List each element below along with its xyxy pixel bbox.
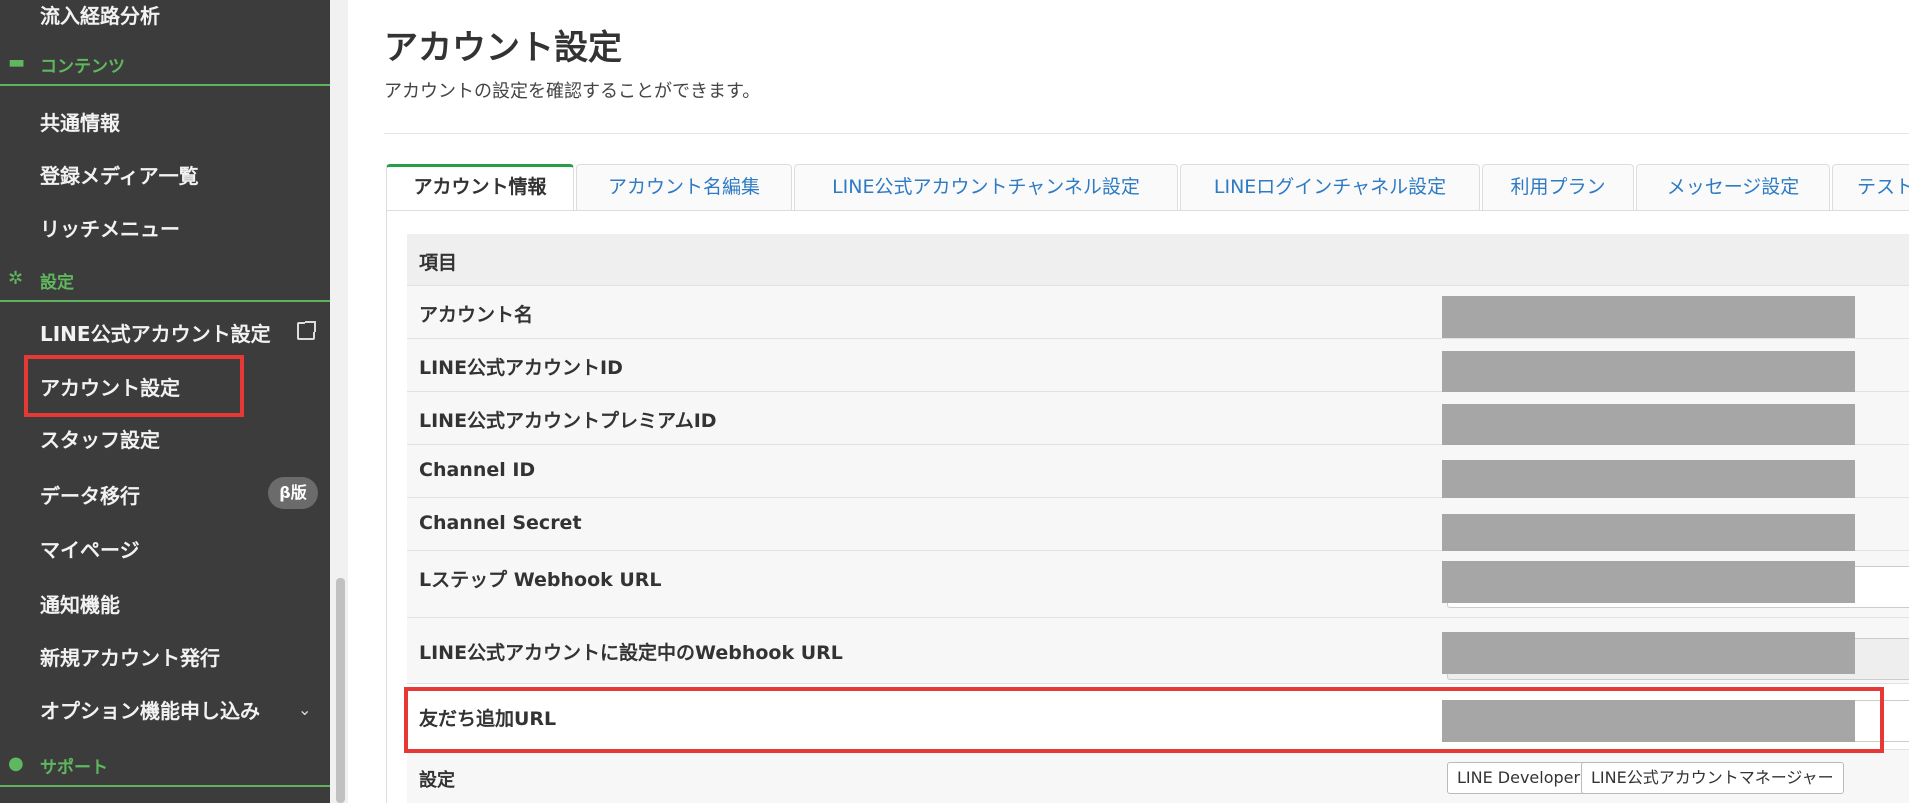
divider	[384, 133, 1909, 134]
sidebar-section-settings[interactable]: ✲ 設定	[0, 262, 330, 302]
sidebar-item-line-official-settings[interactable]: LINE公式アカウント設定	[40, 318, 271, 347]
sidebar-section-label: サポート	[40, 758, 108, 778]
row-label: LINE公式アカウントプレミアムID	[419, 410, 717, 432]
line-developers-button[interactable]: LINE Developers	[1447, 762, 1599, 794]
column-header: 項目	[419, 252, 458, 274]
table-row: 設定 LINE Developers LINE公式アカウントマネージャー	[407, 750, 1909, 803]
row-label: 設定	[419, 770, 455, 791]
sidebar-section-contents[interactable]: ▬ コンテンツ	[0, 46, 330, 86]
sidebar-item-staff-settings[interactable]: スタッフ設定	[40, 424, 160, 453]
table-row: Channel ID	[407, 445, 1909, 502]
beta-badge: β版	[268, 477, 318, 509]
sidebar-item-common-info[interactable]: 共通情報	[40, 107, 120, 136]
table-row: LINE公式アカウントID	[407, 339, 1909, 393]
sidebar-item-option-apply[interactable]: オプション機能申し込み	[40, 695, 260, 724]
redacted-value	[1442, 460, 1855, 502]
highlight-box	[24, 355, 244, 417]
row-label: Lステップ Webhook URL	[419, 569, 662, 591]
sidebar-item-media-list[interactable]: 登録メディア一覧	[40, 160, 199, 189]
sidebar-section-label: 設定	[40, 273, 74, 293]
table-row: LINE公式アカウントに設定中のWebhook URL	[407, 618, 1909, 684]
tab-account-name-edit[interactable]: アカウント名編集	[576, 164, 792, 210]
row-label: アカウント名	[419, 304, 534, 326]
sidebar-item-notification[interactable]: 通知機能	[40, 589, 120, 618]
redacted-value	[1442, 514, 1855, 556]
main-content: アカウント設定 アカウントの設定を確認することができます。 アカウント情報 アカ…	[348, 0, 1909, 803]
tab-message-settings[interactable]: メッセージ設定	[1636, 164, 1830, 210]
row-label: LINE公式アカウントID	[419, 357, 623, 379]
table-row: Channel Secret	[407, 498, 1909, 556]
page-title: アカウント設定	[384, 28, 622, 68]
redacted-value	[1442, 632, 1855, 674]
sidebar-item-new-account[interactable]: 新規アカウント発行	[40, 642, 220, 671]
sidebar-item-inflow-analysis[interactable]: 流入経路分析	[40, 0, 160, 29]
row-label: Channel Secret	[419, 512, 582, 534]
chevron-down-icon[interactable]: ⌄	[298, 700, 311, 719]
redacted-value	[1442, 296, 1855, 338]
redacted-value	[1442, 561, 1855, 603]
redacted-value	[1442, 404, 1855, 446]
line-manager-button[interactable]: LINE公式アカウントマネージャー	[1581, 762, 1844, 794]
row-label: Channel ID	[419, 459, 536, 481]
row-label: LINE公式アカウントに設定中のWebhook URL	[419, 642, 843, 664]
sidebar-section-label: コンテンツ	[40, 57, 125, 77]
folder-icon: ▬	[8, 52, 26, 73]
tab-account-info[interactable]: アカウント情報	[386, 164, 574, 210]
external-link-icon	[297, 321, 316, 340]
gear-icon: ✲	[8, 268, 24, 289]
scrollbar-thumb[interactable]	[336, 578, 345, 803]
page-description: アカウントの設定を確認することができます。	[384, 81, 761, 102]
tab-line-channel-settings[interactable]: LINE公式アカウントチャンネル設定	[794, 164, 1178, 210]
table-row: Lステップ Webhook URL	[407, 551, 1909, 618]
sidebar-item-data-migration[interactable]: データ移行	[40, 480, 140, 509]
sidebar-section-support[interactable]: ● サポート	[0, 747, 330, 787]
tab-plan[interactable]: 利用プラン	[1482, 164, 1634, 210]
highlight-box	[404, 687, 1884, 753]
sidebar-item-mypage[interactable]: マイページ	[40, 534, 140, 563]
table-header-row: 項目	[407, 234, 1909, 286]
redacted-value	[1442, 351, 1855, 393]
table-row: LINE公式アカウントプレミアムID	[407, 392, 1909, 446]
sidebar-item-rich-menu[interactable]: リッチメニュー	[40, 213, 180, 242]
tab-line-login-channel[interactable]: LINEログインチャネル設定	[1180, 164, 1480, 210]
table-row: アカウント名	[407, 286, 1909, 339]
tab-test[interactable]: テスト	[1832, 164, 1909, 210]
question-circle-icon: ●	[8, 753, 24, 774]
